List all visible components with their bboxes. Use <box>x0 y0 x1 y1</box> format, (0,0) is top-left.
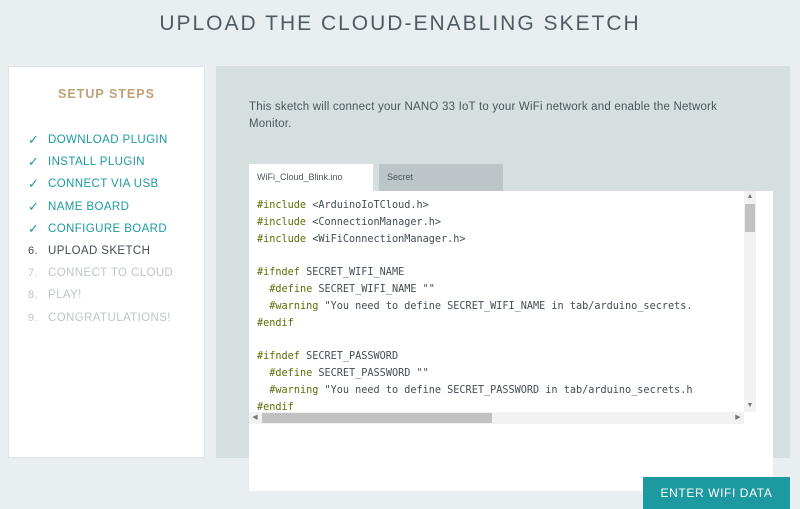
code-keyword: #endif <box>257 317 294 329</box>
code-keyword: #warning <box>269 384 319 396</box>
code-line: #endif <box>257 400 743 412</box>
step-label: CONNECT TO CLOUD <box>48 267 174 280</box>
step-download-plugin[interactable]: ✓ DOWNLOAD PLUGIN <box>28 129 204 151</box>
step-number: 8. <box>28 289 38 302</box>
code-text: <ConnectionManager.h> <box>306 216 442 228</box>
step-configure-board[interactable]: ✓ CONFIGURE BOARD <box>28 218 204 240</box>
tab-secret[interactable]: Secret <box>379 164 503 191</box>
check-icon: ✓ <box>28 220 40 236</box>
check-icon: ✓ <box>28 154 40 170</box>
code-keyword: #include <box>257 233 307 245</box>
code-keyword: #warning <box>269 300 319 312</box>
code-keyword: #endif <box>257 401 294 412</box>
page-title: UPLOAD THE CLOUD-ENABLING SKETCH <box>159 12 641 35</box>
code-line: #include <ConnectionManager.h> <box>257 215 743 232</box>
code-text: SECRET_WIFI_NAME <box>299 267 405 279</box>
step-label: NAME BOARD <box>48 200 130 213</box>
check-icon: ✓ <box>28 176 40 192</box>
code-text: SECRET_PASSWORD <box>299 351 399 363</box>
code-text: SECRET_PASSWORD "" <box>312 367 429 379</box>
step-congratulations: 9. CONGRATULATIONS! <box>28 307 204 329</box>
step-play: 8. PLAY! <box>28 284 204 306</box>
step-connect-via-usb[interactable]: ✓ CONNECT VIA USB <box>28 173 204 195</box>
enter-wifi-data-button[interactable]: ENTER WIFI DATA <box>643 477 790 509</box>
step-number: 6. <box>28 245 38 258</box>
code-view[interactable]: #include <ArduinoIoTCloud.h> #include <Co… <box>257 198 743 412</box>
setup-steps-list: ✓ DOWNLOAD PLUGIN ✓ INSTALL PLUGIN ✓ CON… <box>9 129 204 329</box>
code-text: <WiFiConnectionManager.h> <box>306 233 466 245</box>
vertical-scroll-thumb[interactable] <box>745 204 755 232</box>
code-line: #define SECRET_WIFI_NAME "" <box>257 282 743 299</box>
setup-steps-title: SETUP STEPS <box>58 87 155 101</box>
scroll-down-icon[interactable]: ▼ <box>744 400 756 412</box>
step-label: DOWNLOAD PLUGIN <box>48 134 168 147</box>
code-text: "You need to define SECRET_WIFI_NAME in … <box>318 300 693 312</box>
scroll-up-icon[interactable]: ▲ <box>744 191 756 203</box>
step-label: CONGRATULATIONS! <box>48 311 171 324</box>
code-editor[interactable]: #include <ArduinoIoTCloud.h> #include <Co… <box>249 191 773 491</box>
code-keyword: #include <box>257 200 307 211</box>
scroll-right-icon[interactable]: ▶ <box>732 412 744 424</box>
step-label: PLAY! <box>48 289 82 302</box>
code-keyword: #define <box>269 367 313 379</box>
code-text: SECRET_WIFI_NAME "" <box>312 283 435 295</box>
check-icon: ✓ <box>28 132 40 148</box>
step-label: CONNECT VIA USB <box>48 178 159 191</box>
step-number: 9. <box>28 311 38 324</box>
code-line: #include <ArduinoIoTCloud.h> <box>257 198 743 215</box>
check-icon: ✓ <box>28 198 40 214</box>
code-line: #ifndef SECRET_PASSWORD <box>257 349 743 366</box>
step-name-board[interactable]: ✓ NAME BOARD <box>28 196 204 218</box>
code-line: #include <WiFiConnectionManager.h> <box>257 232 743 249</box>
code-keyword: #include <box>257 216 307 228</box>
horizontal-scrollbar[interactable]: ◀ ▶ <box>249 412 744 424</box>
horizontal-scroll-thumb[interactable] <box>262 413 492 423</box>
step-install-plugin[interactable]: ✓ INSTALL PLUGIN <box>28 151 204 173</box>
step-label: UPLOAD SKETCH <box>48 245 151 258</box>
code-keyword: #ifndef <box>257 351 300 363</box>
sketch-intro-text: This sketch will connect your NANO 33 Io… <box>249 101 718 130</box>
code-line: #warning "You need to define SECRET_WIFI… <box>257 299 743 316</box>
code-tabs: WiFi_Cloud_Blink.ino Secret <box>249 164 503 191</box>
code-text: "You need to define SECRET_PASSWORD in t… <box>318 384 693 396</box>
setup-steps-panel: SETUP STEPS ✓ DOWNLOAD PLUGIN ✓ INSTALL … <box>8 66 205 458</box>
step-label: CONFIGURE BOARD <box>48 222 168 235</box>
sketch-panel: This sketch will connect your NANO 33 Io… <box>216 66 790 491</box>
vertical-scrollbar[interactable]: ▲ ▼ <box>744 191 756 412</box>
step-upload-sketch: 6. UPLOAD SKETCH <box>28 240 204 262</box>
tab-wifi-cloud-blink[interactable]: WiFi_Cloud_Blink.ino <box>249 164 373 191</box>
code-keyword: #ifndef <box>257 267 300 279</box>
scroll-left-icon[interactable]: ◀ <box>249 412 261 424</box>
code-line: #define SECRET_PASSWORD "" <box>257 366 743 383</box>
code-text: <ArduinoIoTCloud.h> <box>306 200 429 211</box>
code-line: #warning "You need to define SECRET_PASS… <box>257 383 743 400</box>
code-line: #ifndef SECRET_WIFI_NAME <box>257 265 743 282</box>
code-line: #endif <box>257 316 743 333</box>
code-keyword: #define <box>269 283 313 295</box>
step-connect-to-cloud: 7. CONNECT TO CLOUD <box>28 262 204 284</box>
step-label: INSTALL PLUGIN <box>48 156 145 169</box>
step-number: 7. <box>28 267 38 280</box>
